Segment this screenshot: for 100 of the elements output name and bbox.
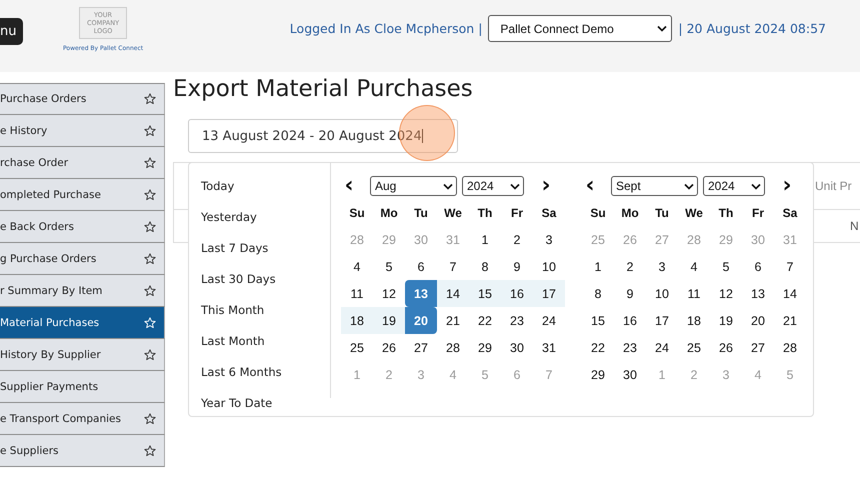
calendar-day[interactable]: 1 — [582, 253, 614, 280]
calendar-day[interactable]: 3 — [533, 226, 565, 253]
calendar-day[interactable]: 15 — [469, 280, 501, 307]
calendar-day[interactable]: 12 — [373, 280, 405, 307]
calendar-day[interactable]: 27 — [742, 334, 774, 361]
calendar-day[interactable]: 18 — [341, 307, 373, 334]
star-icon[interactable] — [144, 444, 156, 456]
calendar-day[interactable]: 4 — [341, 253, 373, 280]
calendar-day[interactable]: 2 — [614, 253, 646, 280]
calendar-day[interactable]: 10 — [646, 280, 678, 307]
calendar-day[interactable]: 14 — [774, 280, 806, 307]
calendar-day[interactable]: 30 — [501, 334, 533, 361]
previous-month-button[interactable]: ‹ — [582, 175, 598, 197]
calendar-day[interactable]: 9 — [501, 253, 533, 280]
star-icon[interactable] — [144, 156, 156, 168]
calendar-day[interactable]: 13 — [742, 280, 774, 307]
next-month-button[interactable]: › — [538, 175, 554, 197]
calendar-day[interactable]: 21 — [437, 307, 469, 334]
calendar-day[interactable]: 16 — [501, 280, 533, 307]
calendar-day[interactable]: 28 — [437, 334, 469, 361]
date-range-field[interactable]: 13 August 2024 - 20 August 2024 — [188, 119, 458, 153]
calendar-day[interactable]: 8 — [469, 253, 501, 280]
star-icon[interactable] — [144, 412, 156, 424]
calendar-day[interactable]: 20 — [405, 307, 437, 334]
range-option[interactable]: Last Month — [189, 325, 330, 356]
calendar-day[interactable]: 4 — [678, 253, 710, 280]
range-option[interactable]: This Month — [189, 294, 330, 325]
month-dropdown[interactable]: Aug — [370, 176, 457, 196]
calendar-day[interactable]: 6 — [742, 253, 774, 280]
range-option[interactable]: Yesterday — [189, 201, 330, 232]
sidebar-item[interactable]: e Suppliers — [0, 435, 165, 467]
calendar-day[interactable]: 25 — [678, 334, 710, 361]
calendar-day[interactable]: 28 — [774, 334, 806, 361]
calendar-day[interactable]: 17 — [533, 280, 565, 307]
year-dropdown[interactable]: 2024 — [462, 176, 524, 196]
calendar-day[interactable]: 19 — [710, 307, 742, 334]
calendar-day[interactable]: 22 — [469, 307, 501, 334]
star-icon[interactable] — [144, 188, 156, 200]
calendar-day[interactable]: 18 — [678, 307, 710, 334]
calendar-day[interactable]: 31 — [533, 334, 565, 361]
calendar-day[interactable]: 23 — [501, 307, 533, 334]
sidebar-item[interactable]: History By Supplier — [0, 339, 165, 371]
star-icon[interactable] — [144, 220, 156, 232]
star-icon[interactable] — [144, 124, 156, 136]
calendar-day[interactable]: 12 — [710, 280, 742, 307]
star-icon[interactable] — [144, 252, 156, 264]
range-option[interactable]: Last 7 Days — [189, 232, 330, 263]
calendar-day[interactable]: 1 — [469, 226, 501, 253]
calendar-day[interactable]: 24 — [646, 334, 678, 361]
calendar-day[interactable]: 2 — [501, 226, 533, 253]
calendar-day[interactable]: 15 — [582, 307, 614, 334]
sidebar-item[interactable]: Material Purchases — [0, 307, 165, 339]
calendar-day[interactable]: 13 — [405, 280, 437, 307]
calendar-day[interactable]: 7 — [437, 253, 469, 280]
calendar-day[interactable]: 24 — [533, 307, 565, 334]
year-dropdown[interactable]: 2024 — [703, 176, 765, 196]
calendar-day[interactable]: 14 — [437, 280, 469, 307]
calendar-day[interactable]: 23 — [614, 334, 646, 361]
calendar-day[interactable]: 5 — [710, 253, 742, 280]
range-option[interactable]: Last 6 Months — [189, 356, 330, 387]
calendar-day[interactable]: 3 — [646, 253, 678, 280]
star-icon[interactable] — [144, 348, 156, 360]
sidebar-item[interactable]: Purchase Orders — [0, 83, 165, 115]
calendar-day[interactable]: 11 — [341, 280, 373, 307]
previous-month-button[interactable]: ‹ — [341, 175, 357, 197]
calendar-day[interactable]: 19 — [373, 307, 405, 334]
calendar-day[interactable]: 7 — [774, 253, 806, 280]
sidebar-item[interactable]: e Transport Companies — [0, 403, 165, 435]
menu-button[interactable]: nu — [0, 18, 23, 45]
calendar-day[interactable]: 30 — [614, 361, 646, 388]
calendar-day[interactable]: 26 — [373, 334, 405, 361]
calendar-day[interactable]: 20 — [742, 307, 774, 334]
star-icon[interactable] — [144, 93, 156, 105]
range-option[interactable]: Today — [189, 170, 330, 201]
calendar-day[interactable]: 27 — [405, 334, 437, 361]
calendar-day[interactable]: 29 — [582, 361, 614, 388]
sidebar-item[interactable]: ompleted Purchase — [0, 179, 165, 211]
sidebar-item[interactable]: e History — [0, 115, 165, 147]
range-option[interactable]: Year To Date — [189, 387, 330, 418]
calendar-day[interactable]: 22 — [582, 334, 614, 361]
calendar-day[interactable]: 25 — [341, 334, 373, 361]
range-option[interactable]: Last 30 Days — [189, 263, 330, 294]
sidebar-item[interactable]: rchase Order — [0, 147, 165, 179]
calendar-day[interactable]: 10 — [533, 253, 565, 280]
calendar-day[interactable]: 6 — [405, 253, 437, 280]
company-dropdown[interactable]: Pallet Connect Demo — [488, 15, 672, 42]
calendar-day[interactable]: 26 — [710, 334, 742, 361]
sidebar-item[interactable]: Supplier Payments — [0, 371, 165, 403]
calendar-day[interactable]: 29 — [469, 334, 501, 361]
calendar-day[interactable]: 8 — [582, 280, 614, 307]
sidebar-item[interactable]: e Back Orders — [0, 211, 165, 243]
calendar-day[interactable]: 21 — [774, 307, 806, 334]
month-dropdown[interactable]: Sept — [611, 176, 698, 196]
next-month-button[interactable]: › — [779, 175, 795, 197]
sidebar-item[interactable]: g Purchase Orders — [0, 243, 165, 275]
calendar-day[interactable]: 5 — [373, 253, 405, 280]
calendar-day[interactable]: 16 — [614, 307, 646, 334]
calendar-day[interactable]: 9 — [614, 280, 646, 307]
star-icon[interactable] — [144, 284, 156, 296]
calendar-day[interactable]: 17 — [646, 307, 678, 334]
